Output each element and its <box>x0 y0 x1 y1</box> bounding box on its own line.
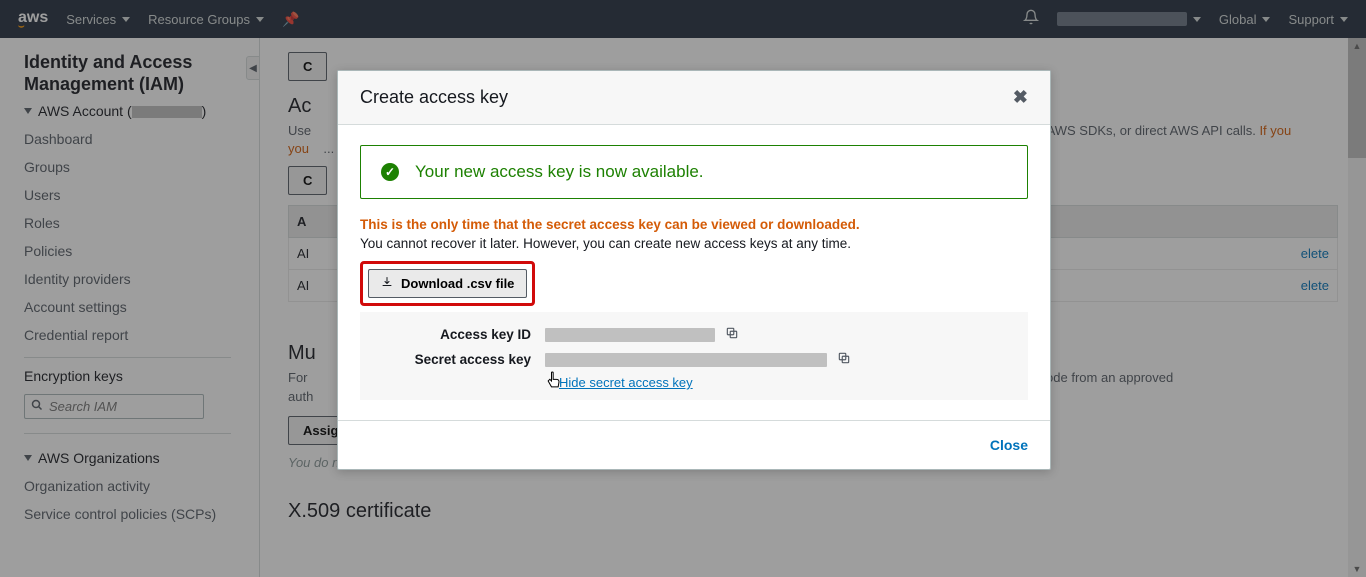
close-button[interactable]: Close <box>990 437 1028 453</box>
close-icon[interactable]: ✖ <box>1013 87 1028 108</box>
key-details-block: Access key ID Secret access key <box>360 312 1028 400</box>
success-message: Your new access key is now available. <box>415 162 704 182</box>
download-icon <box>381 276 393 291</box>
create-access-key-modal: Create access key ✖ ✓ Your new access ke… <box>337 70 1051 470</box>
success-alert: ✓ Your new access key is now available. <box>360 145 1028 199</box>
modal-title: Create access key <box>360 87 508 108</box>
copy-icon[interactable] <box>837 351 851 368</box>
download-csv-button[interactable]: Download .csv file <box>368 269 527 298</box>
cursor-pointer-icon <box>544 370 564 397</box>
check-circle-icon: ✓ <box>381 163 399 181</box>
hide-secret-key-link[interactable]: Hide secret access key <box>559 375 693 390</box>
secret-key-value <box>545 353 827 367</box>
secret-key-label: Secret access key <box>380 352 545 367</box>
access-key-id-label: Access key ID <box>380 327 545 342</box>
access-key-id-value <box>545 328 715 342</box>
warning-text: This is the only time that the secret ac… <box>360 217 1028 232</box>
warning-subtext: You cannot recover it later. However, yo… <box>360 236 1028 251</box>
download-highlight: Download .csv file <box>360 261 535 306</box>
copy-icon[interactable] <box>725 326 739 343</box>
